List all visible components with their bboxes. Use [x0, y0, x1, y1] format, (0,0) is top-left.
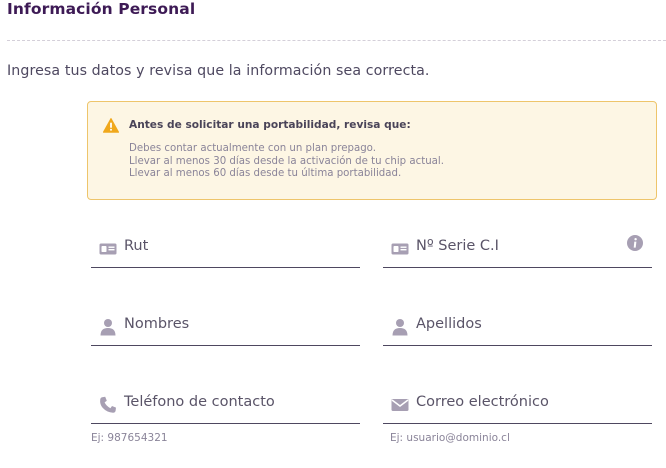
serie-ci-label: Nº Serie C.I	[416, 238, 499, 254]
portability-alert: Antes de solicitar una portabilidad, rev…	[87, 101, 657, 200]
correo-label: Correo electrónico	[416, 394, 549, 410]
rut-label: Rut	[124, 238, 149, 254]
alert-item: Llevar al menos 30 días desde la activac…	[129, 155, 444, 167]
warning-icon	[103, 118, 119, 133]
rut-field[interactable]: Rut	[91, 230, 360, 268]
nombres-field[interactable]: Nombres	[91, 308, 360, 346]
section-title: Información Personal	[7, 0, 196, 18]
user-icon	[392, 319, 408, 336]
intro-text: Ingresa tus datos y revisa que la inform…	[7, 63, 430, 79]
telefono-label: Teléfono de contacto	[124, 394, 275, 410]
correo-field[interactable]: Correo electrónico	[383, 386, 652, 424]
envelope-icon	[391, 399, 409, 411]
alert-title: Antes de solicitar una portabilidad, rev…	[129, 119, 411, 131]
section-divider	[7, 40, 666, 41]
alert-item: Llevar al menos 60 días desde tu última …	[129, 168, 402, 179]
apellidos-label: Apellidos	[416, 316, 482, 332]
user-icon	[100, 319, 116, 336]
correo-hint: Ej: usuario@dominio.cl	[390, 432, 510, 444]
nombres-label: Nombres	[124, 316, 190, 332]
alert-list: Debes contar actualmente con un plan pre…	[129, 143, 444, 181]
apellidos-field[interactable]: Apellidos	[383, 308, 652, 346]
telefono-hint: Ej: 987654321	[91, 432, 168, 444]
info-icon[interactable]	[627, 235, 643, 251]
phone-icon	[100, 396, 116, 413]
alert-item: Debes contar actualmente con un plan pre…	[129, 143, 376, 154]
serie-ci-field[interactable]: Nº Serie C.I	[383, 230, 652, 268]
telefono-field[interactable]: Teléfono de contacto	[91, 386, 360, 424]
id-card-icon	[99, 243, 117, 255]
id-card-icon	[391, 243, 409, 255]
